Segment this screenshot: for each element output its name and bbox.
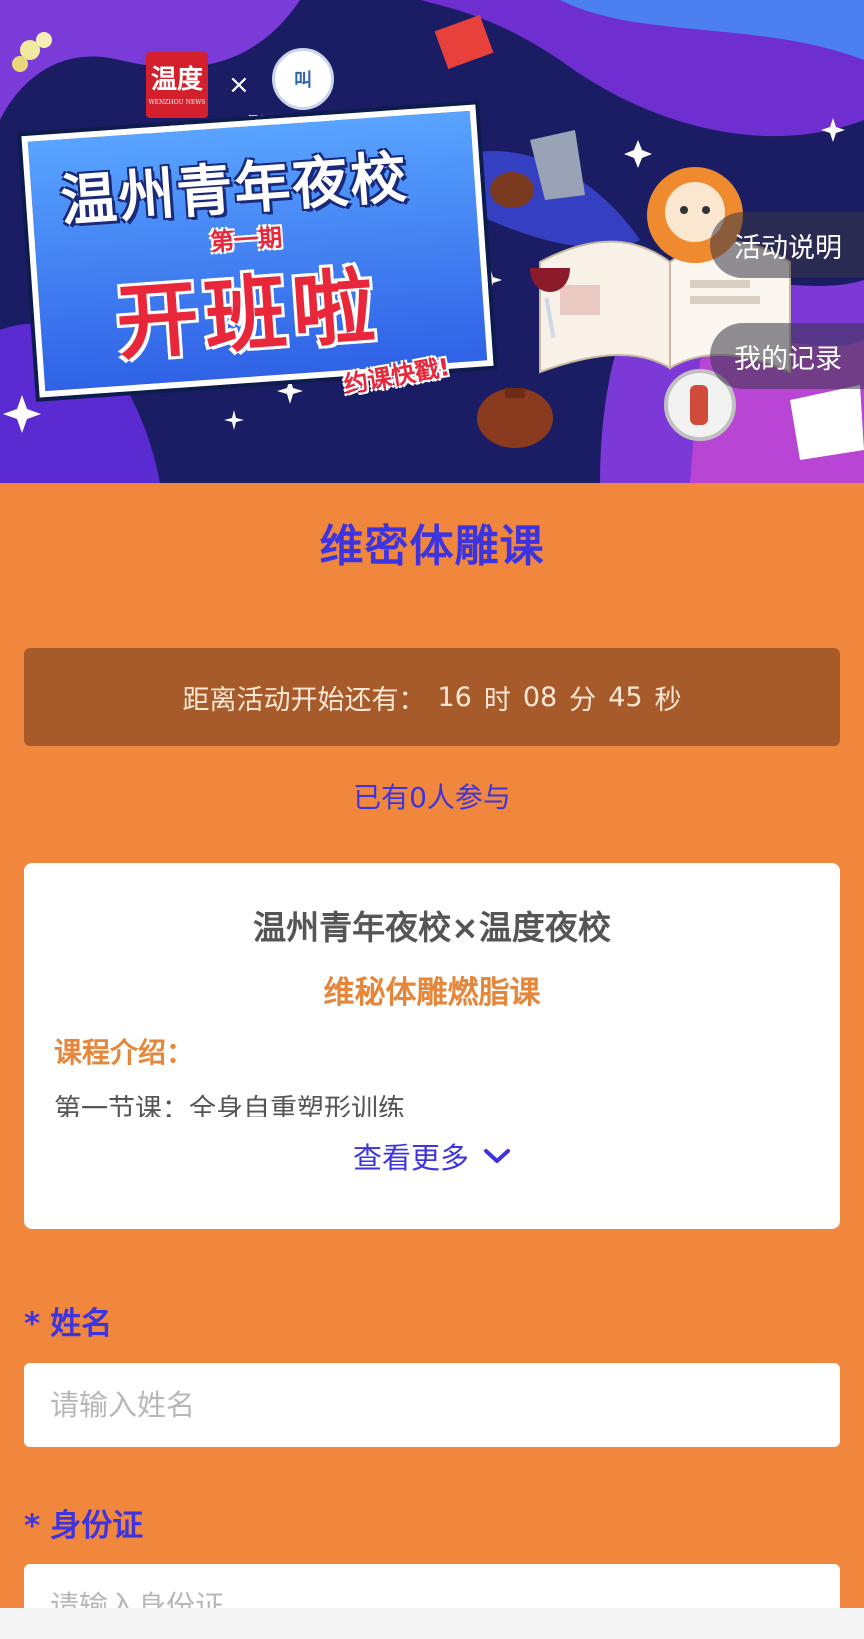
countdown-minutes-unit: 分 [569, 684, 597, 716]
countdown-seconds-unit: 秒 [654, 684, 682, 716]
countdown-hours: 16 [437, 681, 472, 713]
countdown-minutes: 08 [522, 681, 558, 713]
name-input[interactable] [24, 1363, 840, 1447]
participant-count: 已有0人参与 [353, 781, 511, 814]
required-mark: * [24, 1508, 41, 1544]
intro-subheading: 维秘体雕燃脂课 [323, 975, 541, 1011]
course-intro-card: 温州青年夜校×温度夜校 维秘体雕燃脂课 课程介绍： 第一节课：全身自重塑形训练 … [24, 863, 840, 1229]
bottom-bar [0, 1608, 864, 1639]
wenzhou-news-logo: 温度 WENZHOU NEWS [146, 52, 208, 118]
logo-main-text: 温度 [150, 64, 203, 95]
countdown-prefix: 距离活动开始还有： [182, 684, 426, 716]
countdown-seconds: 45 [608, 681, 643, 713]
chevron-down-icon [484, 1149, 510, 1163]
hero-banner: 温度 WENZHOU NEWS 温度新闻 × 叫 温州城教培训学校 温州青年夜校… [0, 0, 864, 483]
collab-symbol: × [228, 70, 250, 100]
banner-open-text: 开班啦 [113, 258, 384, 373]
id-field-label: * 身份证 [24, 1500, 143, 1545]
course-title: 维密体雕课 [319, 521, 545, 572]
intro-first-line: 第一节课：全身自重塑形训练 [54, 1094, 405, 1117]
name-label-text: 姓名 [50, 1306, 113, 1342]
logo-en-text: WENZHOU NEWS [148, 98, 206, 106]
my-records-button[interactable]: 我的记录 [710, 323, 864, 389]
countdown-timer: 距离活动开始还有： 16 时 08 分 45 秒 [24, 648, 840, 746]
partner-school-logo: 叫 [272, 48, 334, 110]
activity-rules-button[interactable]: 活动说明 [710, 212, 864, 278]
intro-heading: 温州青年夜校×温度夜校 [253, 908, 611, 947]
see-more-label: 查看更多 [352, 1141, 469, 1175]
countdown-hours-unit: 时 [483, 684, 511, 716]
required-mark: * [24, 1306, 41, 1342]
intro-label: 课程介绍： [54, 1036, 195, 1069]
see-more-button[interactable]: 查看更多 [24, 1135, 840, 1177]
name-field-label: * 姓名 [24, 1298, 112, 1343]
id-label-text: 身份证 [50, 1508, 144, 1544]
